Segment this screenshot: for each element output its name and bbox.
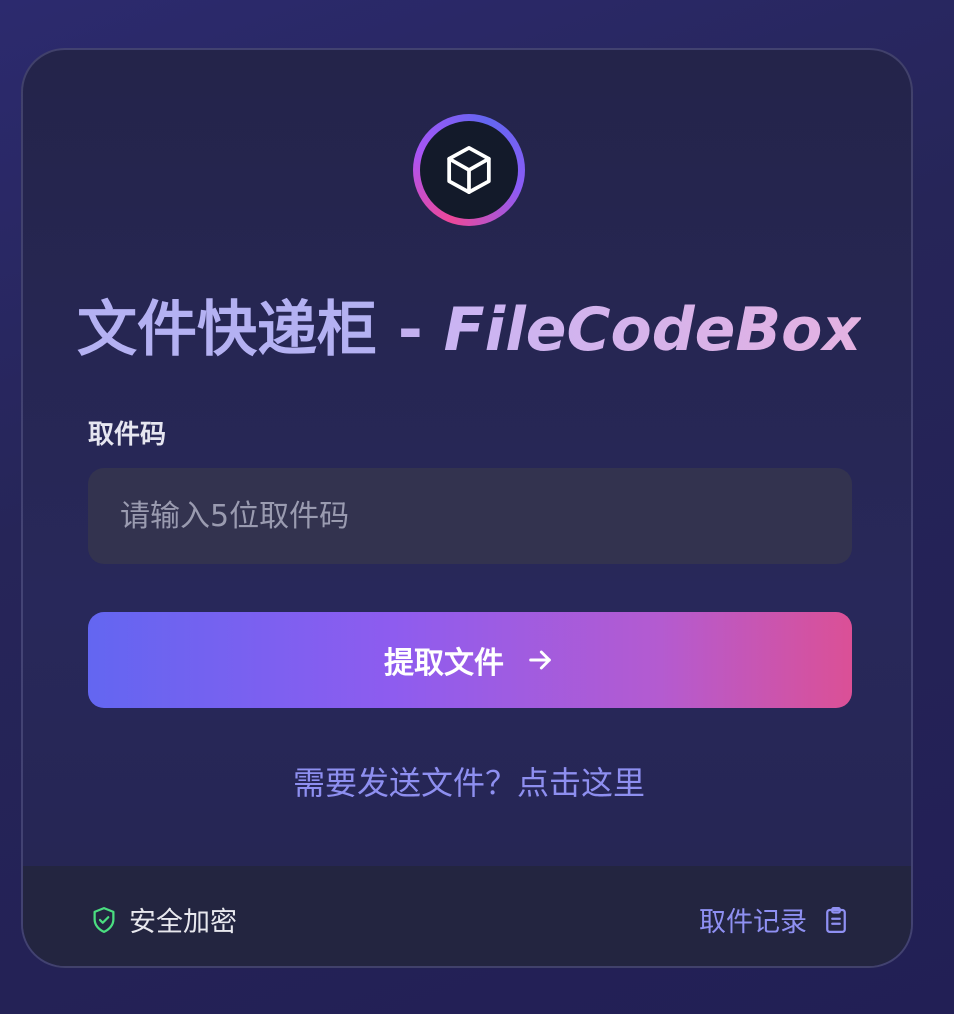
title-chinese: 文件快递柜: [76, 295, 377, 365]
pickup-code-input[interactable]: [88, 468, 852, 564]
arrow-right-icon: [524, 644, 556, 676]
logo-badge: [420, 121, 518, 219]
extract-file-label: 提取文件: [384, 646, 504, 681]
pickup-records-link[interactable]: 取件记录: [699, 900, 851, 939]
cube-icon: [447, 145, 491, 195]
clipboard-icon: [826, 906, 846, 933]
logo: [413, 114, 525, 226]
send-file-link[interactable]: 需要发送文件？点击这里: [23, 758, 911, 804]
security-badge: 安全加密: [89, 900, 237, 939]
records-label: 取件记录: [699, 907, 807, 938]
title-separator: -: [376, 295, 444, 365]
extract-file-button[interactable]: 提取文件: [88, 612, 852, 708]
card-footer: 安全加密 取件记录: [23, 866, 911, 966]
title-english: FileCodeBox: [443, 295, 862, 365]
code-label: 取件码: [88, 420, 167, 450]
shield-check-icon: [93, 906, 115, 933]
security-label: 安全加密: [129, 907, 237, 938]
page-title: 文件快递柜 - FileCodeBox: [23, 290, 911, 370]
extract-card: 文件快递柜 - FileCodeBox 取件码 提取文件 需要发送文件？点击这里…: [21, 48, 913, 968]
